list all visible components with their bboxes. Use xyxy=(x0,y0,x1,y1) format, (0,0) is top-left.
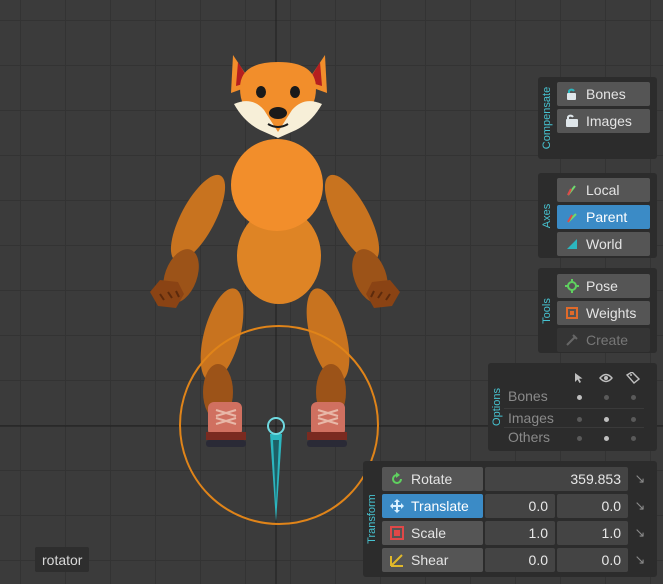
rotate-value-field[interactable]: 359.853 xyxy=(485,467,628,491)
others-visible-toggle[interactable] xyxy=(604,436,609,441)
compensate-panel: Compensate Bones Images xyxy=(538,77,657,159)
scale-x-field[interactable]: 1.0 xyxy=(485,521,555,545)
translate-y-field[interactable]: 0.0 xyxy=(557,494,628,518)
transform-scale-button[interactable]: Scale xyxy=(382,521,483,545)
eye-icon xyxy=(597,367,615,389)
transform-translate-button[interactable]: Translate xyxy=(382,494,483,518)
options-row-others[interactable]: Others xyxy=(504,428,644,448)
chest[interactable] xyxy=(231,139,323,231)
rotate-key-icon[interactable]: ↘ xyxy=(631,468,649,490)
shear-x-field[interactable]: 0.0 xyxy=(485,548,555,572)
images-names-toggle[interactable] xyxy=(631,417,636,422)
translate-icon xyxy=(390,499,404,513)
others-names-toggle[interactable] xyxy=(631,436,636,441)
others-select-toggle[interactable] xyxy=(577,436,582,441)
bone-lock-icon xyxy=(567,88,576,100)
local-axes-icon xyxy=(567,185,576,196)
left-upper-arm[interactable] xyxy=(160,168,235,269)
rotate-icon xyxy=(392,472,402,484)
pose-icon xyxy=(565,279,579,293)
right-hand[interactable] xyxy=(366,280,400,308)
tools-panel: Tools Pose Weights Create xyxy=(538,268,657,353)
right-upper-arm[interactable] xyxy=(314,168,389,269)
axes-title: Axes xyxy=(541,203,553,228)
axes-world-button[interactable]: World xyxy=(557,232,650,256)
transform-shear-button[interactable]: Shear xyxy=(382,548,483,572)
options-title: Options xyxy=(491,388,504,426)
options-panel: Options Bones Images Others xyxy=(488,363,657,451)
transform-panel: Transform Rotate 359.853 ↘ Translate 0.0… xyxy=(363,461,657,577)
parent-axes-icon xyxy=(567,213,577,223)
shear-y-field[interactable]: 0.0 xyxy=(557,548,628,572)
image-lock-icon xyxy=(566,114,578,127)
translate-x-field[interactable]: 0.0 xyxy=(485,494,555,518)
bones-select-toggle[interactable] xyxy=(577,395,582,400)
translate-key-icon[interactable]: ↘ xyxy=(631,495,649,517)
tag-icon xyxy=(624,367,642,389)
bones-visible-toggle[interactable] xyxy=(604,395,609,400)
transform-title: Transform xyxy=(366,494,378,544)
axes-local-button[interactable]: Local xyxy=(557,178,650,202)
scale-icon xyxy=(390,526,404,540)
right-shoe[interactable] xyxy=(307,402,347,447)
world-axes-icon xyxy=(567,239,577,249)
transform-rotate-button[interactable]: Rotate xyxy=(382,467,483,491)
scale-y-field[interactable]: 1.0 xyxy=(557,521,628,545)
options-row-bones[interactable]: Bones xyxy=(504,387,644,407)
select-icon xyxy=(570,367,588,389)
images-visible-toggle[interactable] xyxy=(604,417,609,422)
fox-head[interactable] xyxy=(231,55,327,138)
shear-key-icon[interactable]: ↘ xyxy=(631,549,649,571)
tools-title: Tools xyxy=(541,297,553,324)
compensate-bones-button[interactable]: Bones xyxy=(557,82,650,106)
axes-panel: Axes Local Parent World xyxy=(538,173,657,258)
tools-create-button[interactable]: Create xyxy=(557,328,650,352)
create-bone-icon xyxy=(566,334,578,346)
weights-icon xyxy=(566,307,578,319)
images-select-toggle[interactable] xyxy=(577,417,582,422)
left-shoe[interactable] xyxy=(206,402,246,447)
scale-key-icon[interactable]: ↘ xyxy=(631,522,649,544)
left-hand[interactable] xyxy=(150,280,184,308)
tools-pose-button[interactable]: Pose xyxy=(557,274,650,298)
selection-name-label: rotator xyxy=(35,547,90,572)
bones-names-toggle[interactable] xyxy=(631,395,636,400)
axes-parent-button[interactable]: Parent xyxy=(557,205,650,229)
options-row-images[interactable]: Images xyxy=(504,408,644,428)
compensate-images-button[interactable]: Images xyxy=(557,109,650,133)
compensate-title: Compensate xyxy=(541,86,553,150)
shear-icon xyxy=(390,554,403,567)
tools-weights-button[interactable]: Weights xyxy=(557,301,650,325)
rotator-bone[interactable] xyxy=(267,417,285,522)
